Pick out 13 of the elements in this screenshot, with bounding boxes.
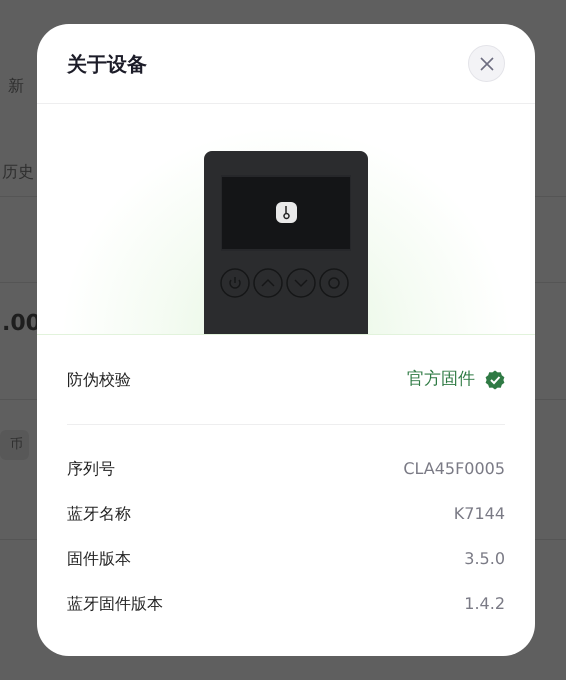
verification-value: 官方固件	[407, 368, 475, 391]
detail-label: 固件版本	[67, 548, 131, 570]
detail-label: 蓝牙名称	[67, 502, 131, 524]
close-icon	[480, 56, 494, 70]
verification-label: 防伪校验	[67, 368, 131, 390]
detail-label: 序列号	[67, 458, 115, 480]
detail-value: K7144	[454, 502, 505, 524]
detail-value: 3.5.0	[464, 548, 505, 570]
close-button[interactable]	[468, 45, 505, 82]
dialog-title: 关于设备	[67, 50, 147, 78]
detail-value: CLA45F0005	[403, 458, 505, 480]
detail-label: 蓝牙固件版本	[67, 592, 163, 614]
detail-value: 1.4.2	[464, 592, 505, 614]
